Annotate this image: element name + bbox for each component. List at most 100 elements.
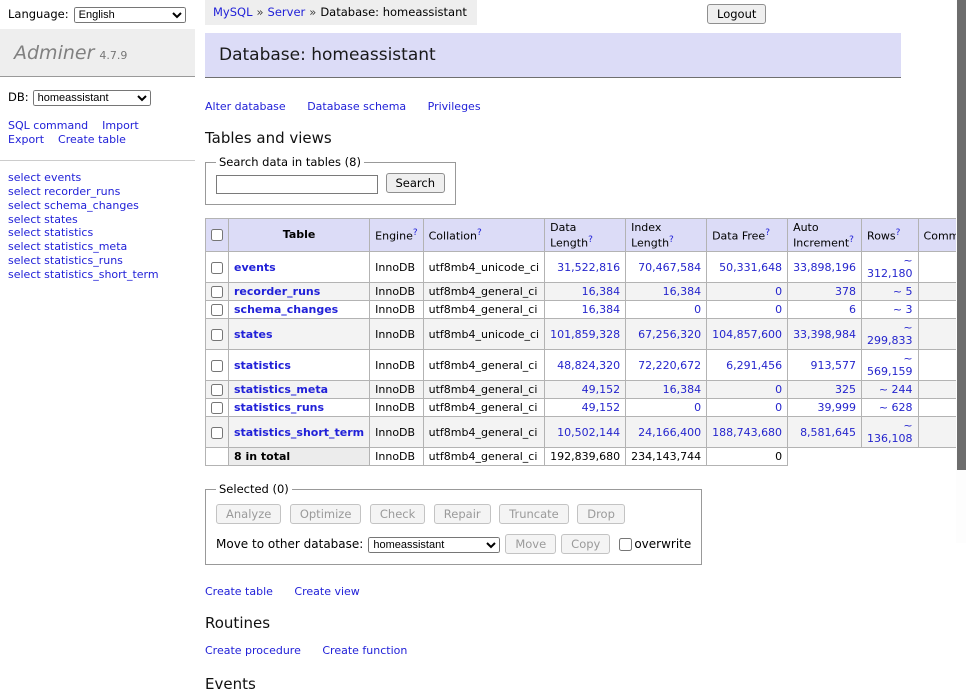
help-icon[interactable]: ? [849,235,854,245]
overwrite-checkbox[interactable] [619,538,632,551]
select-all-checkbox[interactable] [211,229,223,241]
table-link[interactable]: statistics_short_term [234,426,364,439]
table-link[interactable]: statistics [234,359,291,372]
index-length-cell: 70,467,584 [626,252,707,283]
data-length-cell: 192,839,680 [545,448,626,466]
breadcrumb-current: Database: homeassistant [320,5,467,19]
breadcrumb-separator: » [257,5,264,19]
selected-buttons-row: Analyze Optimize Check Repair Truncate D… [216,500,691,524]
analyze-button[interactable]: Analyze [216,504,281,524]
sidebar-item-select-statistics[interactable]: select statistics [8,227,187,240]
privileges-link[interactable]: Privileges [428,100,481,113]
engine-cell: InnoDB [370,448,423,466]
routines-links: Create procedure Create function [205,644,941,657]
sidebar-item-select-statistics-meta[interactable]: select statistics_meta [8,241,187,254]
table-link[interactable]: events [234,261,276,274]
help-icon[interactable]: ? [588,235,593,245]
database-schema-link[interactable]: Database schema [307,100,406,113]
data-length-cell: 16,384 [545,283,626,301]
sidebar-item-select-states[interactable]: select states [8,214,187,227]
repair-button[interactable]: Repair [434,504,491,524]
move-db-select[interactable]: homeassistant [368,537,500,553]
table-row: states InnoDB utf8mb4_unicode_ci 101,859… [206,319,966,350]
sidebar-item-select-recorder-runs[interactable]: select recorder_runs [8,186,187,199]
sidebar-item-select-statistics-short-term[interactable]: select statistics_short_term [8,269,187,282]
table-link[interactable]: statistics_meta [234,383,328,396]
auto-increment-cell: 378 [788,283,862,301]
create-view-link[interactable]: Create view [294,585,359,598]
table-link[interactable]: schema_changes [234,303,338,316]
row-checkbox[interactable] [211,286,223,298]
alter-database-link[interactable]: Alter database [205,100,286,113]
sidebar-item-select-schema-changes[interactable]: select schema_changes [8,200,187,213]
scrollbar-thumb[interactable] [957,0,966,470]
table-link[interactable]: statistics_runs [234,401,324,414]
data-length-cell: 49,152 [545,399,626,417]
search-fieldset: Search data in tables (8) Search [205,155,456,205]
create-table-link[interactable]: Create table [205,585,273,598]
help-icon[interactable]: ? [765,228,770,238]
data-free-cell: 6,291,456 [707,350,788,381]
search-button[interactable]: Search [386,173,446,193]
table-row: statistics_runs InnoDB utf8mb4_general_c… [206,399,966,417]
sidebar-link-export[interactable]: Export [8,133,44,146]
db-select[interactable]: homeassistant [33,90,151,106]
table-link[interactable]: states [234,328,273,341]
selected-fieldset: Selected (0) Analyze Optimize Check Repa… [205,482,702,565]
help-icon[interactable]: ? [896,228,901,238]
logout-button[interactable]: Logout [707,4,766,24]
collation-cell: utf8mb4_unicode_ci [423,319,544,350]
vertical-scrollbar[interactable] [956,0,966,543]
sidebar-item-select-events[interactable]: select events [8,172,187,185]
language-select[interactable]: English [74,7,186,23]
data-length-cell: 31,522,816 [545,252,626,283]
overwrite-label: overwrite [615,537,691,551]
collation-cell: utf8mb4_general_ci [423,350,544,381]
rows-cell: ~ 5 [862,283,918,301]
table-total-row: 8 in total InnoDB utf8mb4_general_ci 192… [206,448,966,466]
sidebar: Language:English Adminer4.7.9 DB:homeass… [0,0,195,294]
sidebar-item-select-statistics-runs[interactable]: select statistics_runs [8,255,187,268]
sidebar-link-import[interactable]: Import [102,119,139,132]
create-procedure-link[interactable]: Create procedure [205,644,301,657]
breadcrumb-link-server[interactable]: Server [268,5,306,19]
row-checkbox[interactable] [211,402,223,414]
move-button[interactable]: Move [505,534,556,554]
check-button[interactable]: Check [370,504,425,524]
row-checkbox[interactable] [211,304,223,316]
create-function-link[interactable]: Create function [322,644,407,657]
db-selector-row: DB:homeassistant [0,77,195,110]
truncate-button[interactable]: Truncate [499,504,569,524]
data-free-cell: 0 [707,283,788,301]
row-checkbox[interactable] [211,262,223,274]
index-length-cell: 24,166,400 [626,417,707,448]
table-row: statistics_meta InnoDB utf8mb4_general_c… [206,381,966,399]
copy-button[interactable]: Copy [561,534,610,554]
engine-cell: InnoDB [370,399,423,417]
help-icon[interactable]: ? [477,228,482,238]
column-header-engine: Engine? [370,218,423,252]
search-input[interactable] [216,175,378,194]
optimize-button[interactable]: Optimize [290,504,362,524]
data-free-cell: 50,331,648 [707,252,788,283]
index-length-cell: 16,384 [626,381,707,399]
breadcrumb-link-mysql[interactable]: MySQL [213,5,253,19]
drop-button[interactable]: Drop [577,504,625,524]
sidebar-link-sql-command[interactable]: SQL command [8,119,88,132]
help-icon[interactable]: ? [413,228,418,238]
row-checkbox[interactable] [211,427,223,439]
row-checkbox[interactable] [211,329,223,341]
rows-cell: ~ 299,833 [862,319,918,350]
help-icon[interactable]: ? [669,235,674,245]
collation-cell: utf8mb4_general_ci [423,448,544,466]
sidebar-link-create-table[interactable]: Create table [58,133,126,146]
row-checkbox[interactable] [211,384,223,396]
sidebar-actions: SQL command Import Export Create table [0,110,195,161]
data-free-cell: 188,743,680 [707,417,788,448]
table-link[interactable]: recorder_runs [234,285,320,298]
auto-increment-cell: 33,398,984 [788,319,862,350]
row-checkbox[interactable] [211,360,223,372]
search-legend: Search data in tables (8) [216,155,364,169]
collation-cell: utf8mb4_general_ci [423,417,544,448]
rows-cell: ~ 244 [862,381,918,399]
